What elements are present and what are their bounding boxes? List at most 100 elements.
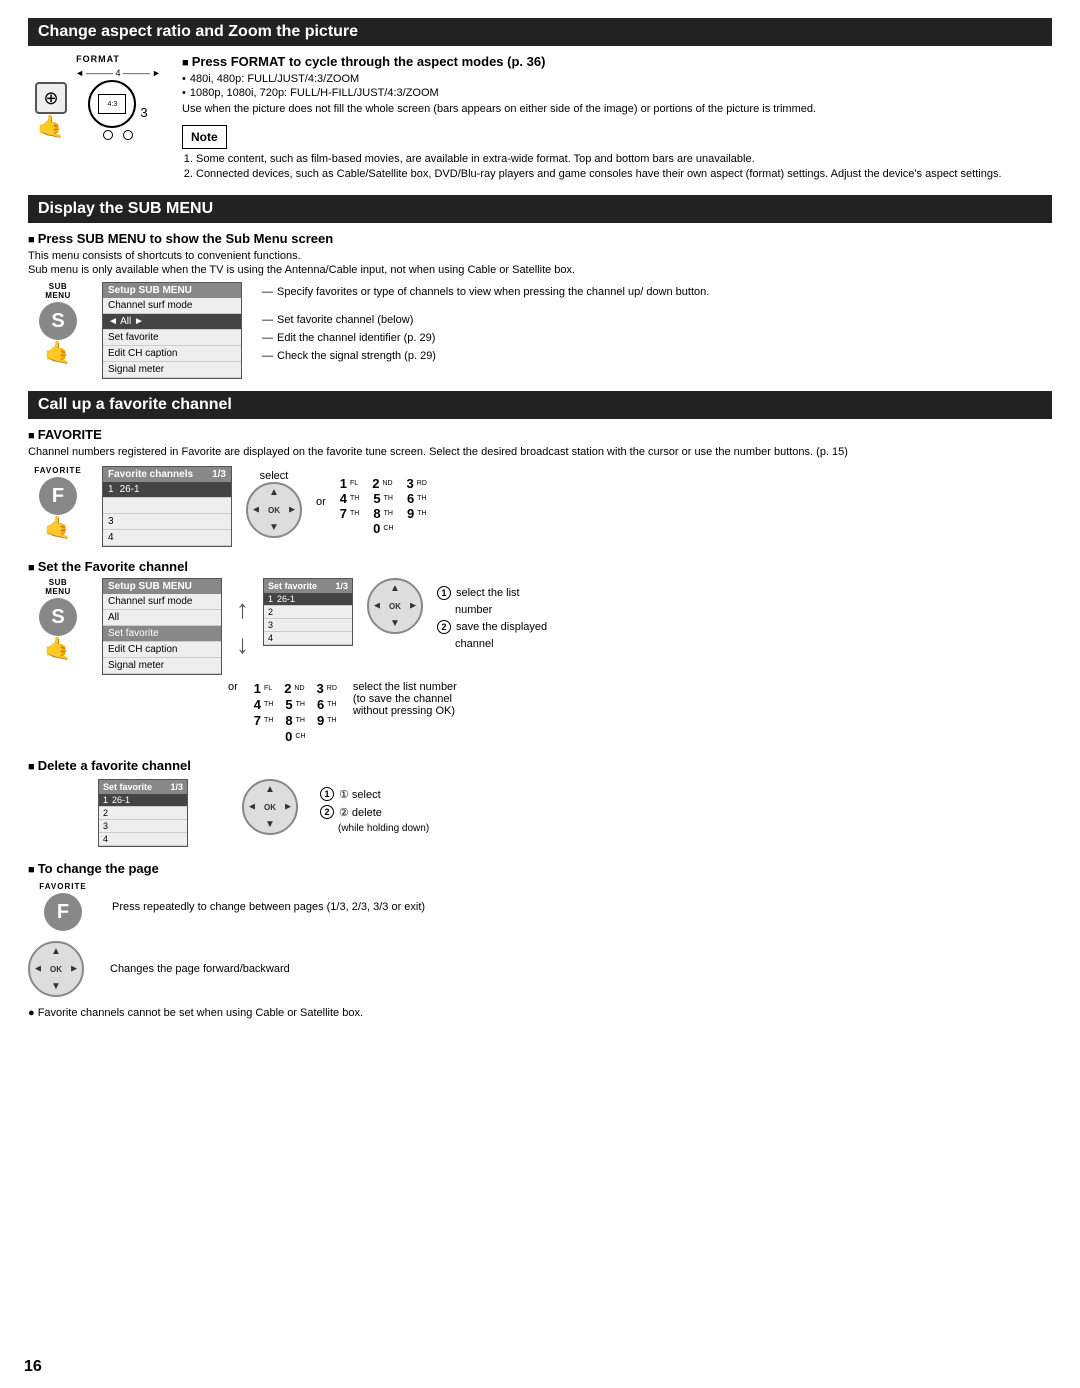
delete-fav-title-text: Delete a favorite channel (38, 758, 191, 773)
num-6-sup: TH (417, 495, 426, 502)
delete-dpad-down: ▼ (265, 819, 275, 830)
del-fav-row-1: 2 (99, 807, 187, 820)
sfn-7-sup: TH (264, 717, 273, 724)
format-ref: (p. 36) (507, 54, 545, 69)
set-fav-dpad-right: ► (408, 601, 418, 612)
sub-menu-row-4: Signal meter (103, 362, 241, 378)
num-row-1: 1FL 2ND 3RD (340, 476, 427, 491)
sub-menu-item-3: Edit CH caption (108, 348, 177, 359)
fav-row-0: 1 26-1 (103, 482, 231, 498)
set-fav-dpad-circle: ▲ ▼ ◄ ► OK (367, 578, 423, 634)
or-text: or (316, 496, 326, 508)
set-fav-num-grid: 1FL 2ND 3RD 4TH 5TH 6TH 7TH (254, 681, 337, 744)
step2: 2 save the displayed (437, 620, 547, 634)
set-fav-dpad-up: ▲ (390, 583, 400, 594)
callout-text-4: Check the signal strength (p. 29) (277, 350, 436, 362)
set-fav-setup-row-3: Edit CH caption (103, 642, 221, 658)
sub-menu-item-0: Channel surf mode (108, 300, 193, 311)
set-fav-num-1: 2 (268, 607, 273, 617)
del-fav-num-3: 4 (103, 834, 108, 844)
sfn-3: 3 (317, 681, 324, 696)
fav-num-1 (108, 500, 111, 511)
set-fav-title: Set the Favorite channel (28, 559, 1052, 574)
sfn-4-sup: TH (264, 701, 273, 708)
aspect-circle: 4:3 (88, 80, 136, 128)
f-circle: F (39, 477, 77, 515)
set-fav-dpad-area: ▲ ▼ ◄ ► OK (367, 578, 423, 634)
callout-4: — Check the signal strength (p. 29) (262, 350, 709, 362)
bullet-dot-2 (182, 87, 186, 99)
set-fav-num-0: 1 (268, 594, 273, 604)
delete-dpad-circle: ▲ ▼ ◄ ► OK (242, 779, 298, 835)
dpad-down: ▼ (269, 522, 279, 533)
sub-menu-row-0: Channel surf mode (103, 298, 241, 314)
set-fav-num-3: 4 (268, 633, 273, 643)
sfn-2-sup: ND (294, 685, 304, 692)
set-fav-dpad: ▲ ▼ ◄ ► OK (367, 578, 423, 634)
delete-dpad: ▲ ▼ ◄ ► OK (242, 779, 298, 835)
del-fav-ch-0: 26-1 (112, 795, 130, 805)
favorite-label: FAVORITE (34, 466, 81, 475)
sub-hand-icon: 🤙 (44, 340, 71, 366)
change-page-press: Press repeatedly to change between pages… (112, 901, 425, 913)
aspect-number: 3 (140, 105, 147, 120)
bullet-1: 480i, 480p: FULL/JUST/4:3/ZOOM (182, 73, 1052, 85)
sfn-0-sup: CH (295, 733, 305, 740)
change-aspect-header: Change aspect ratio and Zoom the picture (28, 18, 1052, 46)
change-page-dpad-up: ▲ (51, 946, 61, 957)
num-4-sup: TH (350, 495, 359, 502)
favorite-sub-text: FAVORITE (38, 427, 102, 442)
bullet-2: 1080p, 1080i, 720p: FULL/H-FILL/JUST/4:3… (182, 87, 1052, 99)
num-buttons: 1FL 2ND 3RD 4TH 5TH 6TH 7TH 8TH (340, 476, 427, 536)
change-aspect-section: Change aspect ratio and Zoom the picture… (28, 18, 1052, 183)
set-fav-dpad-ok: OK (389, 602, 401, 611)
sub-menu-screen-header: Setup SUB MENU (103, 283, 241, 298)
select-area: select ▲ ▼ ◄ ► OK (246, 470, 302, 538)
format-desc-text: Use when the picture does not fill the w… (182, 103, 816, 115)
sub-menu-desc1-text: This menu consists of shortcuts to conve… (28, 250, 301, 262)
sfn-2: 2 (284, 681, 291, 696)
delete-dpad-area: ▲ ▼ ◄ ► OK (242, 779, 298, 835)
circled-2: 2 (437, 620, 451, 634)
sfn-0: 0 (285, 729, 292, 744)
del-fav-num-0: 1 (103, 795, 108, 805)
sfn-5-sup: TH (296, 701, 305, 708)
set-fav-num-row-2: 4TH 5TH 6TH (254, 697, 337, 712)
sub-button-area: SUBMENU S 🤙 (28, 282, 88, 366)
num-1-sup: FL (350, 480, 358, 487)
change-aspect-title: Change aspect ratio and Zoom the picture (38, 23, 358, 40)
note-label: Note (191, 130, 218, 144)
step1-text: select the list (456, 587, 520, 599)
sfn-3-sup: RD (327, 685, 337, 692)
num-1: 1 (340, 476, 347, 491)
sub-menu-press-text: Press SUB MENU to show the Sub Menu scre… (38, 231, 333, 246)
arrows-updown: ↑ ↓ (236, 594, 249, 660)
sub-menu-item-1: ◄ All ► (108, 316, 144, 327)
note-list: Some content, such as film-based movies,… (182, 153, 1052, 180)
sub-menu-screen: Setup SUB MENU Channel surf mode ◄ All ►… (102, 282, 242, 379)
change-page-dpad-right: ► (69, 964, 79, 975)
set-fav-dpad-down: ▼ (390, 618, 400, 629)
bullet-text-2: 1080p, 1080i, 720p: FULL/H-FILL/JUST/4:3… (190, 87, 439, 99)
fav-row-3: 4 (103, 530, 231, 546)
set-fav-row-0: 1 26-1 (264, 593, 352, 606)
sfn-9-sup: TH (327, 717, 336, 724)
change-page-row1: FAVORITE F Press repeatedly to change be… (28, 882, 1052, 931)
del-circled-1: 1 (320, 787, 334, 801)
dpad-ok: OK (268, 506, 280, 515)
callout-2: — Set favorite channel (below) (262, 314, 709, 326)
sfn-8: 8 (285, 713, 292, 728)
change-page-f-text: F (57, 901, 69, 924)
fav-ch-0: 26-1 (120, 484, 140, 495)
set-fav-row-1: 2 (264, 606, 352, 619)
format-title-text: Press FORMAT to cycle through the aspect… (192, 54, 504, 69)
delete-fav-screen-area: Set favorite 1/3 1 26-1 2 3 (98, 779, 188, 847)
num-8: 8 (373, 506, 380, 521)
sub-label: SUBMENU (45, 282, 71, 300)
hand-icon: 🤙 (37, 114, 64, 140)
sub-menu-desc2: Sub menu is only available when the TV i… (28, 264, 1052, 276)
format-section: FORMAT ⊕ 🤙 ◄ ——— 4 ——— (28, 54, 1052, 183)
num-7-sup: TH (350, 510, 359, 517)
fav-num-0: 1 (108, 484, 114, 495)
del-fav-row-3: 4 (99, 833, 187, 846)
